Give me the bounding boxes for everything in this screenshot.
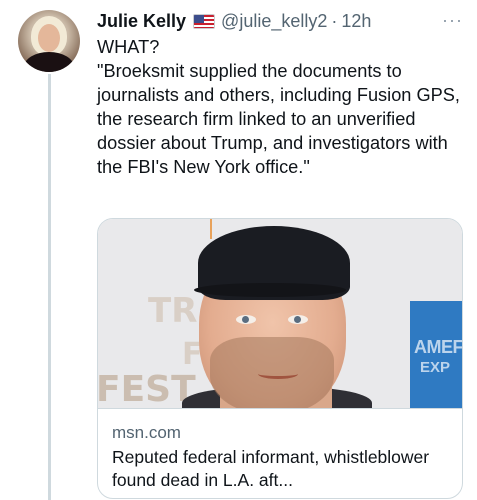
thread-line: [48, 74, 51, 500]
person-eye: [236, 315, 256, 324]
tweet-time[interactable]: 12h: [341, 11, 371, 32]
tweet-content: Julie Kelly @julie_kelly2 · 12h WHAT? "B…: [97, 10, 463, 179]
person-eye: [288, 315, 308, 324]
sponsor-logo-text: AMEF: [414, 337, 463, 357]
tweet-text-line: "Broeksmit supplied the documents to jou…: [97, 61, 460, 177]
author-name[interactable]: Julie Kelly: [97, 11, 186, 32]
sponsor-logo-text: EXP: [420, 359, 451, 376]
card-title: Reputed federal informant, whistleblower…: [112, 447, 430, 490]
avatar-body: [24, 52, 74, 72]
card-image[interactable]: TR F FEST AMEF EXP: [98, 219, 463, 409]
us-flag-icon: [193, 13, 216, 29]
card-domain: msn.com: [112, 423, 181, 442]
separator-dot: ·: [331, 10, 338, 31]
tweet-text-line: WHAT?: [97, 37, 160, 57]
tweet-text: WHAT? "Broeksmit supplied the documents …: [97, 35, 463, 179]
avatar[interactable]: [18, 10, 80, 72]
backdrop-accent: [210, 219, 212, 239]
card-body: msn.com Reputed federal informant, whist…: [98, 409, 462, 492]
author-handle[interactable]: @julie_kelly2: [221, 11, 327, 32]
avatar-column: [18, 10, 80, 72]
link-card[interactable]: TR F FEST AMEF EXP msn.com Reputed feder…: [97, 218, 463, 499]
tweet[interactable]: ··· Julie Kelly @julie_kelly2 · 12h WHAT…: [0, 0, 477, 500]
tweet-header: Julie Kelly @julie_kelly2 · 12h: [97, 10, 463, 32]
backdrop-text: TR: [148, 291, 198, 331]
person-cap-brim: [194, 283, 346, 297]
avatar-face: [38, 24, 60, 52]
flag-canton: [194, 14, 205, 23]
person-mouth: [258, 369, 298, 379]
